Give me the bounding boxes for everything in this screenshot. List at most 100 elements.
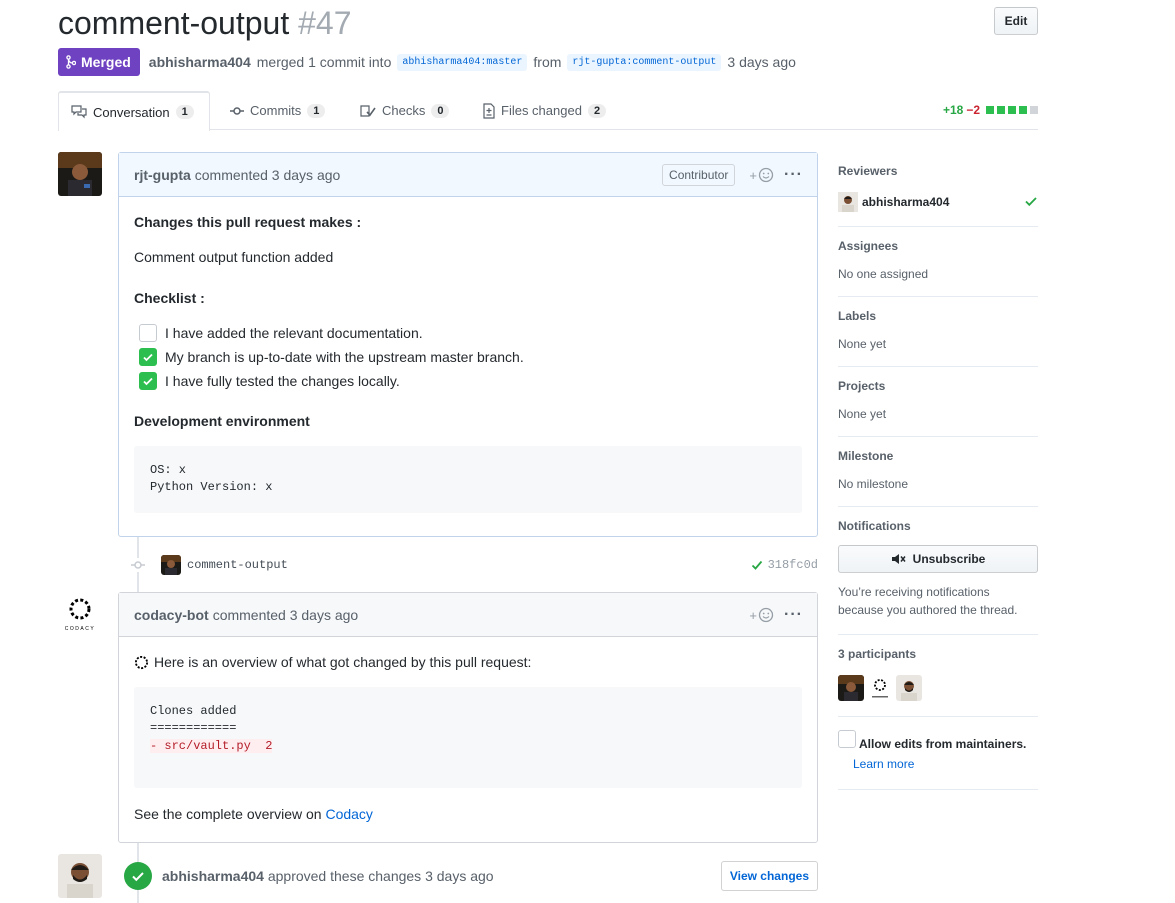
- tab-count: 1: [175, 105, 194, 119]
- overview-outro-text: See the complete overview on: [134, 806, 322, 822]
- tab-files-changed[interactable]: Files changed 2: [471, 91, 618, 130]
- merged-badge: Merged: [58, 48, 140, 76]
- comment-author[interactable]: codacy-bot: [134, 607, 209, 623]
- tab-commits[interactable]: Commits 1: [218, 91, 337, 130]
- task-label: I have added the relevant documentation.: [165, 324, 423, 341]
- reviewer-avatar: [838, 192, 858, 212]
- avatar-abhisharma404[interactable]: [58, 854, 102, 898]
- code-line-deleted: - src/vault.py 2: [150, 738, 273, 753]
- avatar-rjt-gupta[interactable]: [58, 152, 102, 196]
- comment-body: Here is an overview of what got changed …: [119, 637, 817, 840]
- sidebar-participants: 3 participants: [838, 635, 1038, 717]
- avatar-codacy-bot[interactable]: CODACY: [58, 592, 102, 636]
- allow-edits-checkbox[interactable]: [838, 730, 856, 748]
- git-commit-icon: [230, 106, 244, 115]
- heading-checklist: Checklist :: [134, 290, 205, 306]
- task-item: I have added the relevant documentation.: [139, 321, 802, 345]
- kebab-menu-icon[interactable]: ···: [784, 166, 803, 184]
- diffstat-additions: +18: [942, 103, 964, 117]
- task-item: I have fully tested the changes locally.: [139, 369, 802, 393]
- base-branch[interactable]: abhisharma404:master: [397, 53, 528, 71]
- comment-timestamp[interactable]: commented 3 days ago: [195, 167, 341, 183]
- check-icon[interactable]: [751, 559, 763, 571]
- sidebar-notifications: Notifications Unsubscribe You’re receivi…: [838, 507, 1038, 635]
- git-commit-icon: [131, 558, 145, 572]
- sidebar-heading[interactable]: Reviewers: [838, 164, 1038, 178]
- review-action[interactable]: approved these changes 3 days ago: [268, 868, 494, 884]
- sidebar-heading[interactable]: Labels: [838, 309, 1038, 323]
- edit-button[interactable]: Edit: [994, 7, 1038, 35]
- sidebar-heading: 3 participants: [838, 647, 917, 661]
- allow-edits-option[interactable]: Allow edits from maintainers.: [838, 730, 1038, 751]
- comment-timestamp[interactable]: commented 3 days ago: [213, 607, 359, 623]
- diffstat[interactable]: +18 −2: [943, 103, 1038, 117]
- tab-checks[interactable]: Checks 0: [348, 91, 461, 130]
- comment-header: codacy-bot commented 3 days ago + ···: [119, 593, 817, 637]
- participant-avatar[interactable]: [896, 675, 922, 701]
- sidebar-milestone: Milestone No milestone: [838, 437, 1038, 507]
- task-checkbox[interactable]: [139, 324, 157, 342]
- sidebar-heading[interactable]: Projects: [838, 379, 1038, 393]
- merge-text: merged 1 commit into: [256, 54, 392, 70]
- add-reaction-button[interactable]: +: [749, 167, 774, 183]
- merger-link[interactable]: abhisharma404: [149, 54, 251, 70]
- task-list: I have added the relevant documentation.…: [139, 321, 802, 393]
- unsubscribe-label: Unsubscribe: [912, 552, 986, 566]
- codacy-logo-text: CODACY: [65, 626, 95, 632]
- code-block: OS: x Python Version: x: [134, 446, 802, 513]
- comment-header: rjt-gupta commented 3 days ago Contribut…: [119, 153, 817, 197]
- code-block: Clones added ============ - src/vault.py 2: [134, 687, 802, 788]
- participant-avatars: [838, 675, 1038, 701]
- tab-label: Checks: [382, 103, 426, 118]
- diffstat-block: [997, 106, 1005, 114]
- diffstat-deletions: −2: [966, 103, 980, 117]
- task-checkbox[interactable]: [139, 372, 157, 390]
- kebab-menu-icon[interactable]: ···: [784, 606, 803, 624]
- approved-check-icon: [124, 862, 152, 890]
- smiley-icon: [758, 607, 774, 623]
- heading-dev-env: Development environment: [134, 413, 310, 429]
- commit-status: 318fc0d: [751, 558, 818, 572]
- code-line: OS: x: [150, 463, 187, 477]
- learn-more-link[interactable]: Learn more: [853, 757, 1038, 771]
- unsubscribe-button[interactable]: Unsubscribe: [838, 545, 1038, 573]
- comment-body: Changes this pull request makes : Commen…: [119, 197, 817, 528]
- check-icon: [143, 377, 153, 386]
- tab-conversation[interactable]: Conversation 1: [58, 91, 210, 131]
- add-reaction-button[interactable]: +: [749, 607, 774, 623]
- tab-count: 1: [307, 103, 326, 118]
- code-line: Python Version: x: [150, 480, 273, 495]
- sidebar-reviewers: Reviewers abhisharma404: [838, 152, 1038, 227]
- tab-count: 2: [587, 103, 607, 118]
- approved-check-icon: [1025, 197, 1037, 207]
- comment-author[interactable]: rjt-gupta: [134, 167, 191, 183]
- sidebar-maintainer-edits: Allow edits from maintainers. Learn more: [838, 717, 1038, 790]
- sidebar-value: No one assigned: [838, 267, 929, 281]
- tab-label: Files changed: [501, 103, 582, 118]
- task-checkbox[interactable]: [139, 348, 157, 366]
- review-author[interactable]: abhisharma404: [162, 868, 264, 884]
- diffstat-block: [1030, 106, 1038, 114]
- commit-sha[interactable]: 318fc0d: [768, 558, 818, 572]
- participant-avatar[interactable]: [838, 675, 864, 701]
- contributor-label: Contributor: [662, 164, 736, 186]
- notification-reason: You’re receiving notifications because y…: [838, 585, 1018, 617]
- view-changes-button[interactable]: View changes: [720, 861, 818, 891]
- comment-rjt-gupta: rjt-gupta commented 3 days ago Contribut…: [118, 152, 818, 537]
- pr-meta: Merged abhisharma404 merged 1 commit int…: [58, 48, 796, 76]
- commit-author-avatar[interactable]: [161, 555, 181, 575]
- comment-codacy-bot: codacy-bot commented 3 days ago + ··· He…: [118, 592, 818, 843]
- head-branch[interactable]: rjt-gupta:comment-output: [567, 53, 722, 71]
- sidebar-value: None yet: [838, 337, 887, 351]
- heading-changes: Changes this pull request makes :: [134, 214, 362, 230]
- sidebar-heading[interactable]: Assignees: [838, 239, 1038, 253]
- diffstat-block: [1008, 106, 1016, 114]
- codacy-link[interactable]: Codacy: [325, 806, 372, 822]
- sidebar-value: No milestone: [838, 477, 909, 491]
- merged-label: Merged: [81, 54, 131, 70]
- merge-time: 3 days ago: [727, 54, 796, 70]
- sidebar-heading[interactable]: Milestone: [838, 449, 1038, 463]
- participant-avatar[interactable]: [867, 675, 893, 701]
- commit-message[interactable]: comment-output: [187, 558, 288, 572]
- reviewer-item[interactable]: abhisharma404: [838, 192, 1038, 212]
